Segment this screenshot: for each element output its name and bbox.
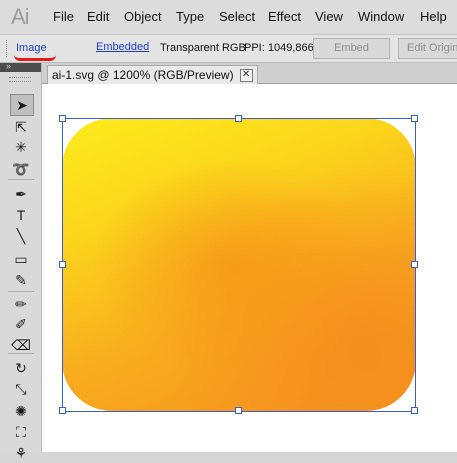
handle-bottom-center[interactable]: [235, 407, 242, 414]
symbol-sprayer-tool-icon[interactable]: ⚘: [10, 443, 32, 463]
menu-window[interactable]: Window: [358, 9, 404, 24]
image-link[interactable]: Image: [16, 42, 47, 54]
handle-bottom-right[interactable]: [411, 407, 418, 414]
tools-panel: » ➤ ⇱ ✳ ➰ ✒ T ╲ ▭ ✎ ✏ ✐ ⌫ ↻ ⤡ ✺ ⛶ ⚘: [0, 61, 42, 461]
control-bar: Image Embedded Transparent RGB PPI: 1049…: [0, 35, 457, 63]
tools-panel-header[interactable]: »: [0, 61, 41, 72]
control-bar-grip[interactable]: [6, 40, 9, 57]
scale-tool-icon[interactable]: ⤡: [10, 379, 32, 399]
paintbrush-tool-icon[interactable]: ✎: [10, 270, 32, 290]
pencil-tool-icon[interactable]: ✏: [10, 294, 32, 314]
menu-file[interactable]: File: [53, 9, 74, 24]
image-link-underline: [14, 55, 56, 61]
menu-effect[interactable]: Effect: [268, 9, 301, 24]
handle-middle-left[interactable]: [59, 261, 66, 268]
menu-help[interactable]: Help: [420, 9, 447, 24]
blob-brush-tool-icon[interactable]: ✐: [10, 314, 32, 334]
rotate-tool-icon[interactable]: ↻: [10, 358, 32, 378]
menu-type[interactable]: Type: [176, 9, 204, 24]
eraser-tool-icon[interactable]: ⌫: [10, 335, 32, 355]
close-icon[interactable]: ✕: [239, 69, 253, 82]
tool-separator: [8, 179, 34, 180]
handle-top-left[interactable]: [59, 115, 66, 122]
handle-top-right[interactable]: [411, 115, 418, 122]
embed-button[interactable]: Embed: [313, 38, 390, 59]
menu-bar: Ai File Edit Object Type Select Effect V…: [0, 0, 457, 35]
handle-middle-right[interactable]: [411, 261, 418, 268]
tool-separator: [8, 291, 34, 292]
type-tool-icon[interactable]: T: [10, 205, 32, 225]
menu-view[interactable]: View: [315, 9, 343, 24]
edit-original-button[interactable]: Edit Original: [398, 38, 457, 59]
handle-bottom-left[interactable]: [59, 407, 66, 414]
document-tab-title: ai-1.svg @ 1200% (RGB/Preview): [52, 68, 234, 82]
warp-tool-icon[interactable]: ✺: [10, 401, 32, 421]
menu-edit[interactable]: Edit: [87, 9, 109, 24]
document-tab-bar: ai-1.svg @ 1200% (RGB/Preview) ✕: [42, 63, 457, 84]
handle-top-center[interactable]: [235, 115, 242, 122]
lasso-tool-icon[interactable]: ➰: [10, 159, 32, 179]
direct-selection-tool-icon[interactable]: ⇱: [10, 117, 32, 137]
app-logo: Ai: [11, 4, 30, 29]
ppi-label: PPI: 1049,866: [244, 42, 314, 54]
rectangle-tool-icon[interactable]: ▭: [10, 249, 32, 269]
free-transform-tool-icon[interactable]: ⛶: [10, 422, 32, 442]
artboard-canvas[interactable]: [42, 84, 457, 452]
document-tab[interactable]: ai-1.svg @ 1200% (RGB/Preview) ✕: [47, 65, 258, 84]
menu-select[interactable]: Select: [219, 9, 255, 24]
embedded-link[interactable]: Embedded: [96, 41, 149, 53]
pen-tool-icon[interactable]: ✒: [10, 184, 32, 204]
tool-separator: [8, 353, 34, 354]
selection-tool-icon[interactable]: ➤: [10, 94, 34, 116]
color-mode-label: Transparent RGB: [160, 42, 246, 54]
collapse-arrows-icon[interactable]: »: [6, 61, 11, 71]
menu-object[interactable]: Object: [124, 9, 162, 24]
magic-wand-tool-icon[interactable]: ✳: [10, 137, 32, 157]
line-segment-tool-icon[interactable]: ╲: [10, 226, 32, 246]
selection-bounding-box: [62, 118, 416, 412]
tools-panel-grip[interactable]: [9, 77, 31, 82]
